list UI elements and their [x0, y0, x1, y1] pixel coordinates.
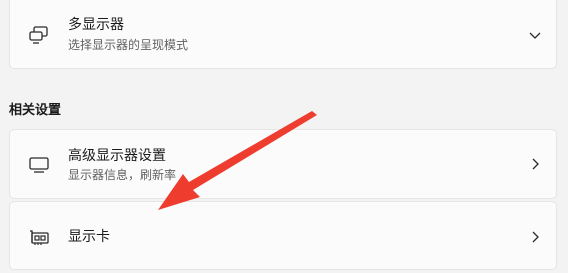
chevron-right-icon[interactable] — [528, 157, 542, 171]
advanced-display-subtitle: 显示器信息，刷新率 — [68, 168, 177, 182]
monitor-icon — [29, 157, 49, 173]
multiple-displays-icon — [29, 26, 48, 44]
graphics-card-icon — [30, 230, 49, 245]
multi-display-subtitle: 选择显示器的呈现模式 — [68, 38, 189, 52]
graphics-card-title: 显示卡 — [68, 229, 110, 245]
multi-display-title: 多显示器 — [68, 17, 124, 33]
related-settings-header: 相关设置 — [9, 103, 62, 118]
chevron-right-icon[interactable] — [528, 230, 542, 244]
advanced-display-title: 高级显示器设置 — [68, 148, 166, 164]
display-settings-page: 多显示器 选择显示器的呈现模式 相关设置 高级显示器设置 显示器信息，刷新率 显… — [0, 0, 568, 273]
graphics-card-card[interactable]: 显示卡 — [9, 201, 557, 270]
chevron-down-icon[interactable] — [528, 28, 542, 42]
advanced-display-settings-card[interactable]: 高级显示器设置 显示器信息，刷新率 — [9, 129, 557, 199]
multi-display-card[interactable]: 多显示器 选择显示器的呈现模式 — [9, 0, 557, 69]
